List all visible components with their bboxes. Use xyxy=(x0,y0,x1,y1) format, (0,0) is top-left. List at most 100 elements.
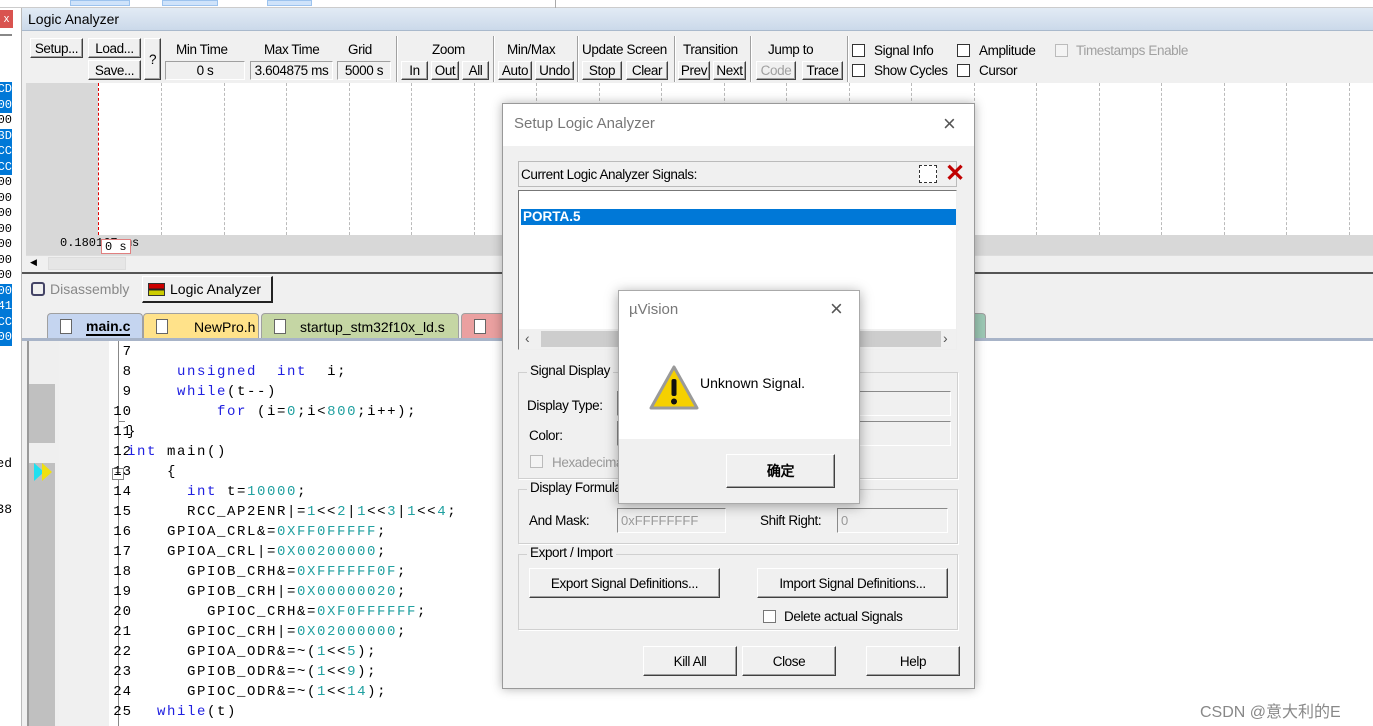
cursor-label: Cursor xyxy=(979,63,1018,78)
memory-row[interactable]: 00 xyxy=(0,191,12,207)
signal-item-porta-5[interactable]: PORTA.5 xyxy=(521,209,956,225)
code-text: ;i< xyxy=(297,404,328,420)
tab-logic-analyzer[interactable]: Logic Analyzer xyxy=(142,276,273,303)
export-signal-definitions-button[interactable]: Export Signal Definitions... xyxy=(529,568,720,598)
auto-button[interactable]: Auto xyxy=(498,61,532,80)
save-button[interactable]: Save... xyxy=(88,60,141,80)
file-tab-main-c[interactable]: main.c xyxy=(47,313,143,339)
zoom-all-button[interactable]: All xyxy=(462,61,489,80)
close-icon[interactable]: × xyxy=(943,111,956,137)
close-icon[interactable]: x xyxy=(0,10,13,28)
close-button[interactable]: Close xyxy=(742,646,836,676)
zoom-out-button[interactable]: Out xyxy=(431,61,459,80)
memory-row[interactable]: CC xyxy=(0,159,12,175)
load-button[interactable]: Load... xyxy=(88,38,141,58)
and-mask-input[interactable]: 0xFFFFFFFF xyxy=(617,508,726,533)
message-box: µVision × Unknown Signal. 确定 xyxy=(618,290,860,504)
line-number: 22 xyxy=(113,644,132,660)
code-text: t= xyxy=(217,484,248,500)
line-number: 21 xyxy=(113,624,132,640)
import-signal-definitions-button[interactable]: Import Signal Definitions... xyxy=(757,568,948,598)
code-line[interactable]: GPIOA_CRL&=0XFF0FFFFF; xyxy=(127,524,387,540)
help-button[interactable]: Help xyxy=(866,646,960,676)
close-icon[interactable]: × xyxy=(830,296,843,322)
code-text: << xyxy=(327,664,348,680)
scroll-thumb[interactable] xyxy=(48,257,126,270)
code-line[interactable]: GPIOC_ODR&=~(1<<14); xyxy=(127,684,387,700)
code-text: GPIOA_ODR&=~( xyxy=(127,644,318,660)
delete-actual-signals-checkbox[interactable] xyxy=(763,610,776,623)
line-number: 16 xyxy=(113,524,132,540)
code-line[interactable]: for (i=0;i<800;i++); xyxy=(127,404,417,420)
cursor-checkbox[interactable] xyxy=(957,64,970,77)
hexadecimal-checkbox[interactable] xyxy=(530,455,543,468)
clear-button[interactable]: Clear xyxy=(626,61,668,80)
amplitude-checkbox[interactable] xyxy=(957,44,970,57)
code-line[interactable]: GPIOC_CRH&=0XF0FFFFFF; xyxy=(127,604,427,620)
cursor-line[interactable] xyxy=(98,83,99,235)
code-line[interactable]: GPIOB_CRH&=0XFFFFFF0F; xyxy=(127,564,407,580)
code-number: 14 xyxy=(347,684,368,700)
code-line[interactable]: int t=10000; xyxy=(127,484,307,500)
memory-row[interactable]: 00 xyxy=(0,253,12,269)
code-line[interactable]: GPIOB_CRH|=0X00000020; xyxy=(127,584,407,600)
memory-row[interactable]: 41 xyxy=(0,299,12,315)
code-line[interactable]: int main() xyxy=(127,444,227,460)
code-number: 4 xyxy=(437,504,448,520)
code-line[interactable]: while(t) xyxy=(127,704,237,720)
code-line[interactable]: unsigned int i; xyxy=(127,364,347,380)
memory-row[interactable]: 3D xyxy=(0,128,12,144)
memory-row[interactable]: 00 xyxy=(0,175,12,191)
next-button[interactable]: Next xyxy=(713,61,746,80)
file-tab-newpro-h[interactable]: NewPro.h xyxy=(143,313,259,339)
kill-all-button[interactable]: Kill All xyxy=(643,646,737,676)
memory-row[interactable]: 00 xyxy=(0,330,12,346)
code-button[interactable]: Code xyxy=(756,61,796,80)
file-tab-startup[interactable]: startup_stm32f10x_ld.s xyxy=(261,313,459,339)
code-line[interactable]: GPIOA_ODR&=~(1<<5); xyxy=(127,644,377,660)
memory-row[interactable]: 00 xyxy=(0,222,12,238)
prev-button[interactable]: Prev xyxy=(678,61,710,80)
memory-row[interactable]: CC xyxy=(0,314,12,330)
delete-signal-icon[interactable]: ✕ xyxy=(945,159,965,188)
scroll-right-icon[interactable]: › xyxy=(943,330,948,346)
code-line[interactable]: RCC_AP2ENR|=1<<2|1<<3|1<<4; xyxy=(127,504,457,520)
trace-button[interactable]: Trace xyxy=(802,61,843,80)
tab-disassembly[interactable]: Disassembly xyxy=(28,277,140,301)
dialog-title: Setup Logic Analyzer xyxy=(514,115,655,132)
code-line[interactable]: GPIOC_CRH|=0X02000000; xyxy=(127,624,407,640)
code-line[interactable]: { xyxy=(127,464,177,480)
memory-row[interactable]: CD xyxy=(0,82,12,98)
memory-row[interactable]: 00 xyxy=(0,268,12,284)
export-import-group: Export / Import Export Signal Definition… xyxy=(518,545,958,630)
memory-row[interactable]: 00 xyxy=(0,283,12,299)
show-cycles-checkbox[interactable] xyxy=(852,64,865,77)
scroll-left-icon[interactable]: ◀ xyxy=(30,257,37,268)
memory-row[interactable]: 00 xyxy=(0,206,12,222)
scroll-left-icon[interactable]: ‹ xyxy=(525,330,530,346)
code-line[interactable]: GPIOA_CRL|=0X00200000; xyxy=(127,544,387,560)
code-line[interactable]: while(t--) xyxy=(127,384,277,400)
ok-button[interactable]: 确定 xyxy=(726,454,835,488)
undo-button[interactable]: Undo xyxy=(535,61,574,80)
shift-right-input[interactable]: 0 xyxy=(837,508,948,533)
code-text: | xyxy=(397,504,408,520)
setup-button[interactable]: Setup... xyxy=(30,38,83,58)
code-text: << xyxy=(327,684,348,700)
timestamps-checkbox[interactable] xyxy=(1055,44,1068,57)
code-text: RCC_AP2ENR|= xyxy=(127,504,308,520)
memory-row[interactable]: 00 xyxy=(0,97,12,113)
help-button[interactable]: ? xyxy=(144,38,161,80)
memory-row[interactable]: CC xyxy=(0,144,12,160)
code-text: GPIOC_CRH|= xyxy=(127,624,298,640)
memory-row[interactable]: 00 xyxy=(0,113,12,129)
zoom-in-button[interactable]: In xyxy=(401,61,428,80)
new-signal-icon[interactable] xyxy=(919,165,937,183)
code-line[interactable]: GPIOB_ODR&=~(1<<9); xyxy=(127,664,377,680)
memory-row[interactable]: 00 xyxy=(0,237,12,253)
signal-info-checkbox[interactable] xyxy=(852,44,865,57)
code-line[interactable]: } xyxy=(127,424,137,440)
top-strip xyxy=(0,0,1373,8)
stop-button[interactable]: Stop xyxy=(582,61,622,80)
